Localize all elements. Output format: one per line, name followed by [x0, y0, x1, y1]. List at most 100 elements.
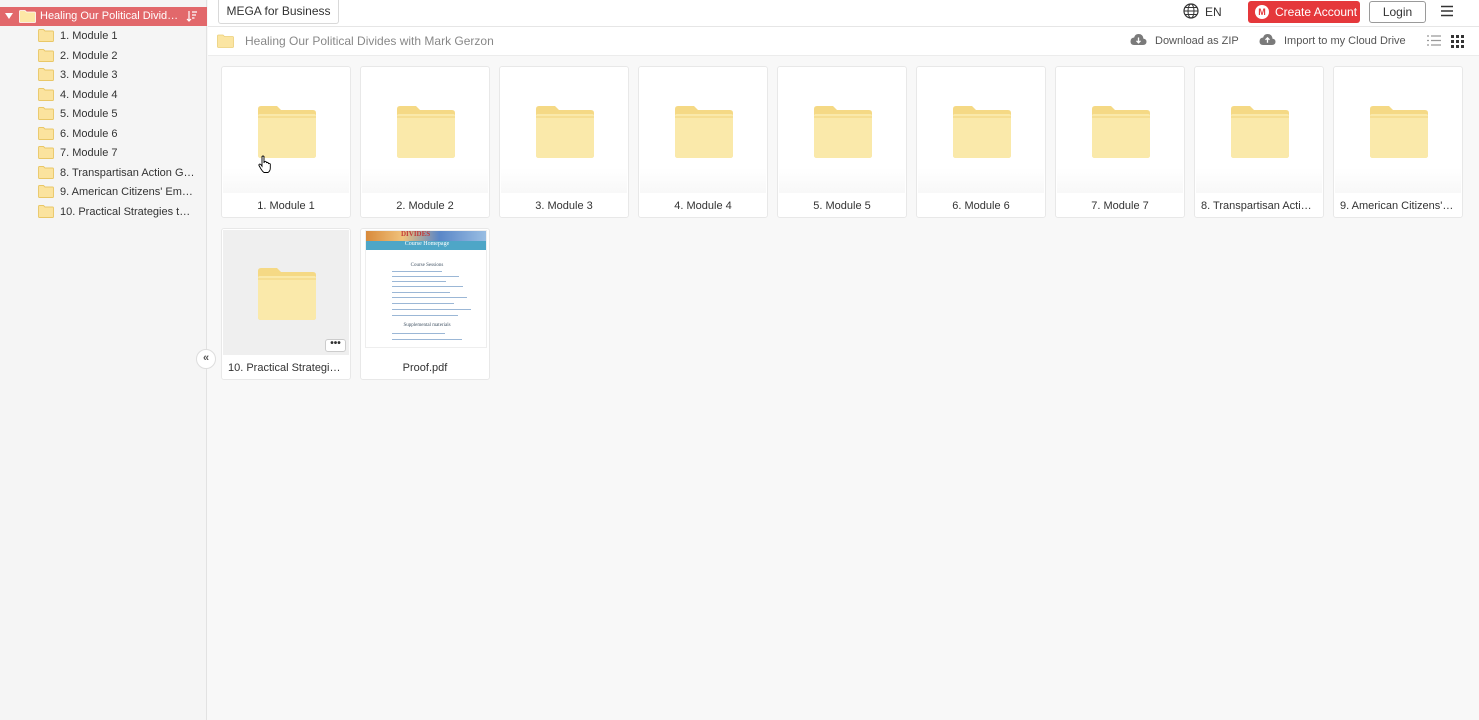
tree-item[interactable]: 2. Module 2 — [0, 47, 207, 66]
folder-icon — [38, 68, 54, 84]
tree-item[interactable]: 3. Module 3 — [0, 66, 207, 85]
card-thumbnail — [362, 68, 488, 193]
folder-icon — [38, 126, 54, 143]
pdf-text-line — [392, 339, 462, 340]
folder-card[interactable]: 4. Module 4 — [638, 66, 768, 218]
folder-icon — [396, 105, 456, 162]
card-thumbnail — [501, 68, 627, 193]
folder-icon — [38, 185, 54, 201]
card-thumbnail — [918, 68, 1044, 193]
tree-item[interactable]: 9. American Citizens' Empowerment — [0, 183, 207, 202]
sort-icon[interactable] — [186, 10, 198, 25]
tree-item-label: 6. Module 6 — [60, 127, 118, 140]
tree-item[interactable]: 10. Practical Strategies to Heal — [0, 203, 207, 222]
tree-item-label: 4. Module 4 — [60, 88, 118, 101]
folder-card[interactable]: 9. American Citizens' Empowerment — [1333, 66, 1463, 218]
folder-icon — [952, 105, 1012, 162]
folder-icon — [19, 10, 36, 26]
tree-root-label: Healing Our Political Divides with Mark … — [40, 10, 182, 22]
pdf-thumbnail: DIVIDES Course Homepage Course Sessions Sup… — [365, 230, 487, 348]
folder-icon — [674, 105, 734, 162]
pdf-section-title: Course Sessions — [410, 263, 444, 268]
tree-item[interactable]: 4. Module 4 — [0, 86, 207, 105]
pdf-text-line — [392, 286, 463, 287]
top-bar: MEGA for Business EN M Create Account Lo… — [208, 0, 1479, 27]
folder-icon — [535, 105, 595, 162]
tree-item-label: 2. Module 2 — [60, 49, 118, 62]
tree-item[interactable]: 6. Module 6 — [0, 125, 207, 144]
cloud-upload-icon — [1259, 33, 1276, 49]
list-view-icon[interactable] — [1427, 35, 1441, 49]
card-thumbnail — [640, 68, 766, 193]
language-label: EN — [1205, 5, 1222, 19]
pdf-text-line — [392, 333, 445, 334]
file-grid: 1. Module 1 2. Module 2 3. Module 3 4. Modu… — [208, 56, 1479, 720]
folder-icon — [217, 34, 234, 51]
folder-card[interactable]: 2. Module 2 — [360, 66, 490, 218]
more-icon[interactable]: ••• — [325, 339, 346, 352]
card-label: 8. Transpartisan Action Guide — [1201, 200, 1317, 212]
tree-item-label: 5. Module 5 — [60, 108, 118, 120]
tree-item-label: 9. American Citizens' Empowerment — [60, 186, 195, 198]
card-label: 5. Module 5 — [813, 200, 871, 212]
card-thumbnail — [223, 230, 349, 355]
card-label: 9. American Citizens' Empowerment — [1340, 200, 1456, 212]
mega-for-business-button[interactable]: MEGA for Business — [218, 0, 339, 24]
globe-icon — [1183, 2, 1199, 22]
folder-icon — [1091, 105, 1151, 162]
card-label: 6. Module 6 — [952, 200, 1010, 212]
cloud-download-icon — [1130, 33, 1147, 49]
tree-item-label: 10. Practical Strategies to Heal — [60, 205, 195, 218]
folder-icon — [38, 107, 54, 123]
card-thumbnail — [223, 68, 349, 193]
card-label: 1. Module 1 — [257, 200, 315, 212]
card-label: 7. Module 7 — [1091, 200, 1149, 212]
folder-icon — [257, 267, 317, 324]
expand-caret-icon[interactable] — [5, 13, 13, 19]
folder-card[interactable]: 6. Module 6 — [916, 66, 1046, 218]
tree-item[interactable]: 1. Module 1 — [0, 27, 207, 46]
folder-icon — [1230, 105, 1290, 162]
card-thumbnail — [779, 68, 905, 193]
mega-logo-icon: M — [1255, 5, 1269, 19]
pdf-text-line — [392, 281, 446, 282]
menu-icon[interactable] — [1440, 5, 1454, 20]
folder-card[interactable]: 3. Module 3 — [499, 66, 629, 218]
import-to-cloud-drive-button[interactable]: Import to my Cloud Drive — [1259, 32, 1406, 50]
tree-item-label: 7. Module 7 — [60, 147, 118, 159]
login-button[interactable]: Login — [1369, 1, 1426, 23]
create-account-button[interactable]: M Create Account — [1248, 1, 1360, 23]
folder-icon — [38, 146, 54, 162]
tree-item-label: 3. Module 3 — [60, 69, 118, 81]
pdf-section-title: Supplemental materials — [403, 323, 451, 328]
collapse-icon: « — [202, 352, 210, 364]
tree-item-label: 1. Module 1 — [60, 30, 118, 42]
pdf-banner-title: DIVIDES — [401, 230, 431, 238]
tree-item[interactable]: 8. Transpartisan Action Guide — [0, 164, 207, 183]
card-label: 10. Practical Strategies to Heal — [228, 362, 344, 374]
tree-item[interactable]: 5. Module 5 — [0, 105, 207, 124]
pdf-text-line — [392, 309, 471, 310]
folder-icon — [38, 29, 54, 45]
folder-card[interactable]: 8. Transpartisan Action Guide — [1194, 66, 1324, 218]
pdf-text-line — [392, 271, 442, 272]
pdf-heading: Course Homepage — [404, 241, 450, 247]
tree-item[interactable]: 7. Module 7 — [0, 144, 207, 163]
grid-view-icon[interactable] — [1451, 35, 1464, 51]
collapse-sidebar-button[interactable]: « — [196, 349, 216, 369]
download-zip-button[interactable]: Download as ZIP — [1130, 32, 1239, 50]
tree-root-folder[interactable]: Healing Our Political Divides with Mark … — [0, 7, 207, 26]
breadcrumb-folder-name[interactable]: Healing Our Political Divides with Mark … — [245, 34, 494, 48]
sidebar: Healing Our Political Divides with Mark … — [0, 0, 216, 720]
folder-card[interactable]: 10. Practical Strategies to Heal ••• — [221, 228, 351, 380]
card-label: 3. Module 3 — [535, 200, 593, 212]
folder-card[interactable]: 5. Module 5 — [777, 66, 907, 218]
folder-card[interactable]: 7. Module 7 — [1055, 66, 1185, 218]
card-label: 2. Module 2 — [396, 200, 454, 212]
language-selector[interactable]: EN — [1183, 2, 1222, 22]
pdf-text-line — [392, 276, 459, 277]
file-card[interactable]: DIVIDES Course Homepage Course Sessions Sup… — [360, 228, 490, 380]
folder-icon — [38, 48, 54, 65]
folder-card[interactable]: 1. Module 1 — [221, 66, 351, 218]
card-label: 4. Module 4 — [674, 200, 732, 212]
